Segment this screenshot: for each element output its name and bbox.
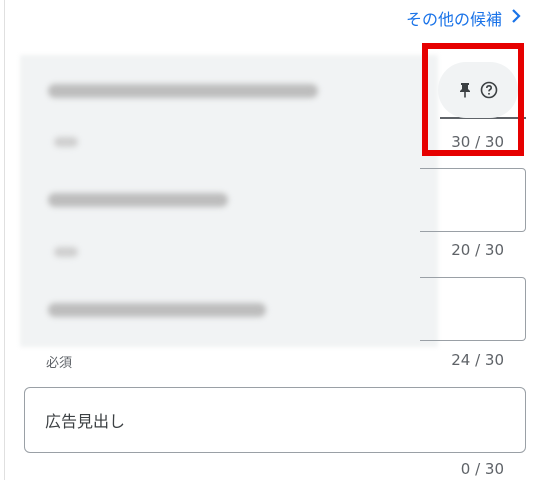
required-label: 必須 (46, 356, 73, 371)
highlight-annotation-box (422, 43, 524, 156)
blurred-headline-1 (48, 84, 318, 98)
field-2-counter: 20 / 30 (451, 241, 504, 259)
panel-left-border (4, 0, 5, 480)
blurred-headline-3 (48, 303, 266, 317)
blurred-label-2 (54, 247, 78, 257)
headline-input-placeholder: 広告見出し (45, 412, 126, 431)
field-2-input[interactable] (420, 168, 526, 232)
more-candidates-label: その他の候補 (405, 10, 502, 29)
blurred-headline-2 (48, 193, 228, 207)
blurred-label-1 (54, 137, 78, 147)
field-3-input[interactable] (420, 277, 526, 341)
more-candidates-link[interactable]: その他の候補 (406, 6, 524, 30)
field-3-counter: 24 / 30 (451, 351, 504, 369)
headline-input[interactable]: 広告見出し (24, 387, 526, 453)
chevron-right-icon (508, 8, 524, 28)
field-4-counter: 0 / 30 (460, 460, 504, 478)
